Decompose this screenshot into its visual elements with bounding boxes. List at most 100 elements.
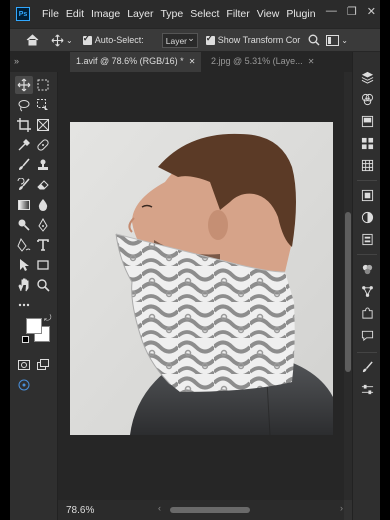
show-transform-controls-checkbox[interactable]: Show Transform Cor xyxy=(205,33,300,45)
search-button[interactable] xyxy=(308,34,320,46)
tool-presets-panel-button[interactable] xyxy=(358,380,376,398)
move-tool-preset[interactable]: ⌄ xyxy=(51,34,73,47)
gradient-tool[interactable] xyxy=(15,196,33,214)
horizontal-scrollbar[interactable]: ‹ › xyxy=(128,503,343,514)
menu-layer[interactable]: Layer xyxy=(127,8,153,20)
scroll-left-arrow-icon[interactable]: ‹ xyxy=(158,503,161,513)
zoom-level[interactable]: 78.6% xyxy=(66,505,94,516)
adjustments-panel-button[interactable] xyxy=(358,208,376,226)
menu-file[interactable]: File xyxy=(42,8,59,20)
blur-drop-icon xyxy=(38,199,48,211)
actions-panel-button[interactable] xyxy=(358,304,376,322)
vertical-scroll-thumb[interactable] xyxy=(345,212,351,372)
close-window-button[interactable]: ✕ xyxy=(367,5,376,18)
menu-edit[interactable]: Edit xyxy=(66,8,84,20)
paths-panel-button[interactable] xyxy=(358,112,376,130)
brushes-panel-button[interactable] xyxy=(358,358,376,376)
paths-icon xyxy=(361,115,373,127)
options-bar: ⌄ Auto-Select: Layer Show Transform Cor … xyxy=(10,28,380,52)
panel-collapse-left-icon[interactable]: » xyxy=(14,56,19,66)
libraries-panel-button[interactable] xyxy=(358,186,376,204)
history-brush-tool[interactable] xyxy=(15,176,33,194)
type-icon xyxy=(37,239,49,251)
menu-select[interactable]: Select xyxy=(190,8,219,20)
tab-close-icon[interactable]: ✕ xyxy=(308,57,315,66)
blur-tool[interactable] xyxy=(34,196,52,214)
rectangle-tool[interactable] xyxy=(34,256,52,274)
tab-label: 1.avif @ 78.6% (RGB/16) * xyxy=(76,56,184,66)
auto-select-target-dropdown[interactable]: Layer xyxy=(161,32,198,48)
auto-select-checkbox[interactable]: Auto-Select: xyxy=(82,33,144,45)
crop-tool[interactable] xyxy=(15,116,33,134)
menu-filter[interactable]: Filter xyxy=(226,8,249,20)
clone-stamp-tool[interactable] xyxy=(34,156,52,174)
tab-close-icon[interactable]: ✕ xyxy=(189,57,196,66)
quick-mask-icon xyxy=(18,360,30,370)
share-button[interactable] xyxy=(15,376,33,394)
quick-mask-button[interactable] xyxy=(15,356,33,374)
move-tool[interactable] xyxy=(15,76,33,94)
pen-icon xyxy=(38,218,48,232)
path-selection-tool[interactable] xyxy=(15,256,33,274)
swatches-panel-button[interactable] xyxy=(358,134,376,152)
crop-icon xyxy=(17,118,31,132)
patterns-panel-button[interactable] xyxy=(358,156,376,174)
menu-image[interactable]: Image xyxy=(91,8,120,20)
default-colors-icon[interactable] xyxy=(22,336,29,343)
right-panel-dock xyxy=(352,52,380,520)
document-tabs: » 1.avif @ 78.6% (RGB/16) * ✕ 2.jpg @ 5.3… xyxy=(10,52,380,72)
screen-mode-icon xyxy=(37,359,49,370)
eyedropper-tool[interactable] xyxy=(15,136,33,154)
zoom-tool[interactable] xyxy=(34,276,52,294)
minimize-button[interactable]: — xyxy=(326,5,337,18)
scroll-right-arrow-icon[interactable]: › xyxy=(340,503,343,513)
hand-tool[interactable] xyxy=(15,276,33,294)
eraser-tool[interactable] xyxy=(34,176,52,194)
search-icon xyxy=(308,34,320,46)
menu-bar: Ps File Edit Image Layer Type Select Fil… xyxy=(10,0,380,28)
tab-2-jpg[interactable]: 2.jpg @ 5.31% (Laye... ✕ xyxy=(205,52,320,72)
workspace-button[interactable]: ⌄ xyxy=(326,34,348,46)
object-selection-tool[interactable] xyxy=(34,96,52,114)
libraries-icon xyxy=(361,189,373,201)
channels-panel-button[interactable] xyxy=(358,90,376,108)
lasso-tool[interactable] xyxy=(15,96,33,114)
dodge-tool[interactable] xyxy=(15,216,33,234)
foreground-color-swatch[interactable] xyxy=(26,318,42,334)
tab-1-avif[interactable]: 1.avif @ 78.6% (RGB/16) * ✕ xyxy=(70,52,202,72)
healing-brush-icon xyxy=(37,139,49,151)
type-tool[interactable] xyxy=(34,236,52,254)
color-panel-button[interactable] xyxy=(358,260,376,278)
vertical-scrollbar[interactable] xyxy=(344,72,352,500)
frame-icon xyxy=(37,119,49,131)
menu-type[interactable]: Type xyxy=(160,8,183,20)
comments-panel-button[interactable] xyxy=(358,326,376,344)
document-canvas[interactable] xyxy=(70,122,333,435)
swap-colors-icon[interactable]: ⤾ xyxy=(44,313,52,324)
home-button[interactable] xyxy=(26,34,39,46)
layers-icon xyxy=(361,71,373,84)
screen-mode-button[interactable] xyxy=(34,356,52,374)
properties-panel-button[interactable] xyxy=(358,230,376,248)
menu-view[interactable]: View xyxy=(257,8,280,20)
status-bar: 78.6% ‹ › xyxy=(58,500,344,520)
puzzle-icon xyxy=(361,306,373,319)
eyedropper-icon xyxy=(18,139,30,151)
photoshop-window: Ps File Edit Image Layer Type Select Fil… xyxy=(10,0,380,520)
pen-tool[interactable] xyxy=(34,216,52,234)
frame-tool[interactable] xyxy=(34,116,52,134)
layers-panel-button[interactable] xyxy=(358,68,376,86)
menu-plugins[interactable]: Plugin xyxy=(286,8,315,20)
maximize-button[interactable]: ❐ xyxy=(347,5,357,18)
curves-panel-button[interactable] xyxy=(358,282,376,300)
brush-tool[interactable] xyxy=(15,156,33,174)
marquee-tool[interactable] xyxy=(34,76,52,94)
canvas-area[interactable] xyxy=(58,72,344,500)
patterns-icon xyxy=(361,159,373,171)
horizontal-scroll-thumb[interactable] xyxy=(170,507,250,513)
tools-panel: ⤾ xyxy=(10,72,58,520)
edit-toolbar-button[interactable] xyxy=(15,296,33,314)
spot-healing-tool[interactable] xyxy=(34,136,52,154)
zoom-magnifier-icon xyxy=(37,279,50,292)
freeform-pen-tool[interactable] xyxy=(15,236,33,254)
